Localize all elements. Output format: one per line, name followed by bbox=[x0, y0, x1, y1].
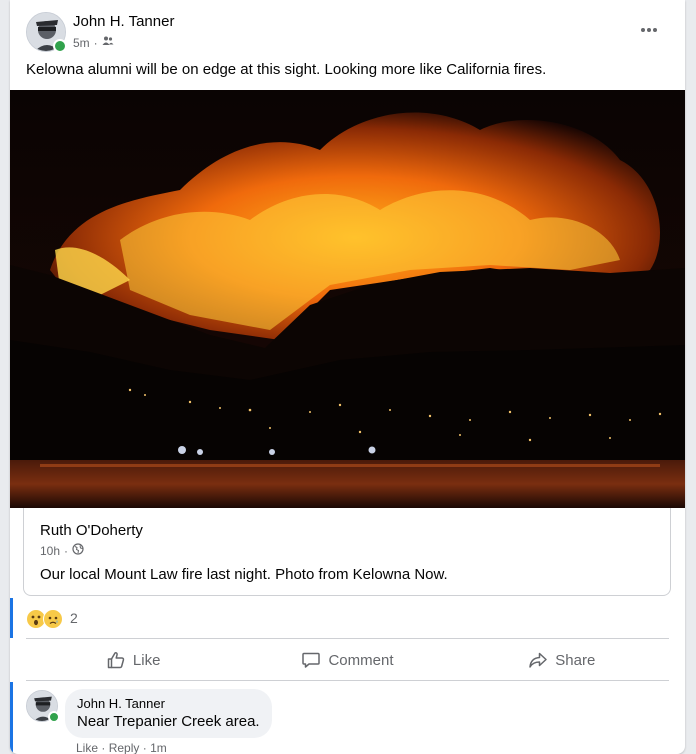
divider bbox=[26, 680, 669, 681]
accent-bar bbox=[10, 682, 13, 754]
meta-separator: · bbox=[101, 741, 106, 754]
comment-text: Near Trepanier Creek area. bbox=[77, 713, 260, 730]
author-avatar[interactable] bbox=[26, 12, 67, 53]
accent-bar bbox=[10, 598, 13, 638]
comment-section: John H. Tanner Near Trepanier Creek area… bbox=[10, 682, 685, 754]
meta-separator: · bbox=[93, 35, 98, 50]
post-card: John H. Tanner 5m · Kelowna alumni will … bbox=[10, 0, 685, 754]
post-actions: Like Comment Share bbox=[26, 640, 669, 680]
comment-avatar[interactable] bbox=[26, 690, 60, 723]
comment-reply-link[interactable]: Reply bbox=[109, 741, 140, 754]
ellipsis-icon bbox=[641, 28, 657, 32]
comment-bubble: John H. Tanner Near Trepanier Creek area… bbox=[65, 689, 272, 738]
shared-author-name[interactable]: Ruth O'Doherty bbox=[40, 522, 143, 539]
post-time[interactable]: 5m bbox=[73, 36, 90, 50]
comment-time[interactable]: 1m bbox=[150, 741, 167, 754]
fire-photo bbox=[10, 90, 685, 508]
comment-like-link[interactable]: Like bbox=[76, 741, 98, 754]
shared-time[interactable]: 10h bbox=[40, 544, 60, 558]
reaction-icons bbox=[26, 609, 63, 629]
online-status-dot bbox=[48, 711, 60, 723]
post-author-name[interactable]: John H. Tanner bbox=[73, 13, 174, 30]
post-photo[interactable] bbox=[10, 90, 685, 508]
comment-button[interactable]: Comment bbox=[240, 640, 454, 680]
shared-meta: 10h · bbox=[40, 543, 84, 558]
share-button[interactable]: Share bbox=[455, 640, 669, 680]
like-label: Like bbox=[132, 651, 161, 669]
more-options-button[interactable] bbox=[635, 18, 663, 42]
meta-separator: · bbox=[142, 741, 147, 754]
meta-separator: · bbox=[64, 543, 69, 558]
sad-emoji-icon bbox=[43, 609, 63, 629]
thumbs-up-icon bbox=[107, 652, 125, 669]
reactions-summary[interactable]: 2 bbox=[10, 598, 685, 638]
friends-icon[interactable] bbox=[102, 35, 114, 50]
divider bbox=[26, 638, 669, 639]
like-button[interactable]: Like bbox=[26, 640, 240, 680]
globe-icon[interactable] bbox=[72, 543, 84, 558]
post-text: Kelowna alumni will be on edge at this s… bbox=[26, 61, 547, 78]
comment-meta: Like · Reply · 1m bbox=[76, 741, 167, 754]
comment-icon bbox=[302, 652, 321, 668]
share-label: Share bbox=[555, 651, 596, 669]
post-meta: 5m · bbox=[73, 35, 114, 50]
shared-post-box[interactable]: Ruth O'Doherty 10h · Our local Mount Law… bbox=[23, 508, 671, 596]
shared-post-text: Our local Mount Law fire last night. Pho… bbox=[40, 566, 448, 583]
comment-label: Comment bbox=[328, 651, 394, 669]
post-header: John H. Tanner 5m · bbox=[10, 0, 685, 60]
online-status-dot bbox=[53, 39, 67, 53]
reaction-count[interactable]: 2 bbox=[70, 610, 78, 626]
share-icon bbox=[529, 652, 548, 668]
comment-author-name[interactable]: John H. Tanner bbox=[77, 696, 260, 711]
